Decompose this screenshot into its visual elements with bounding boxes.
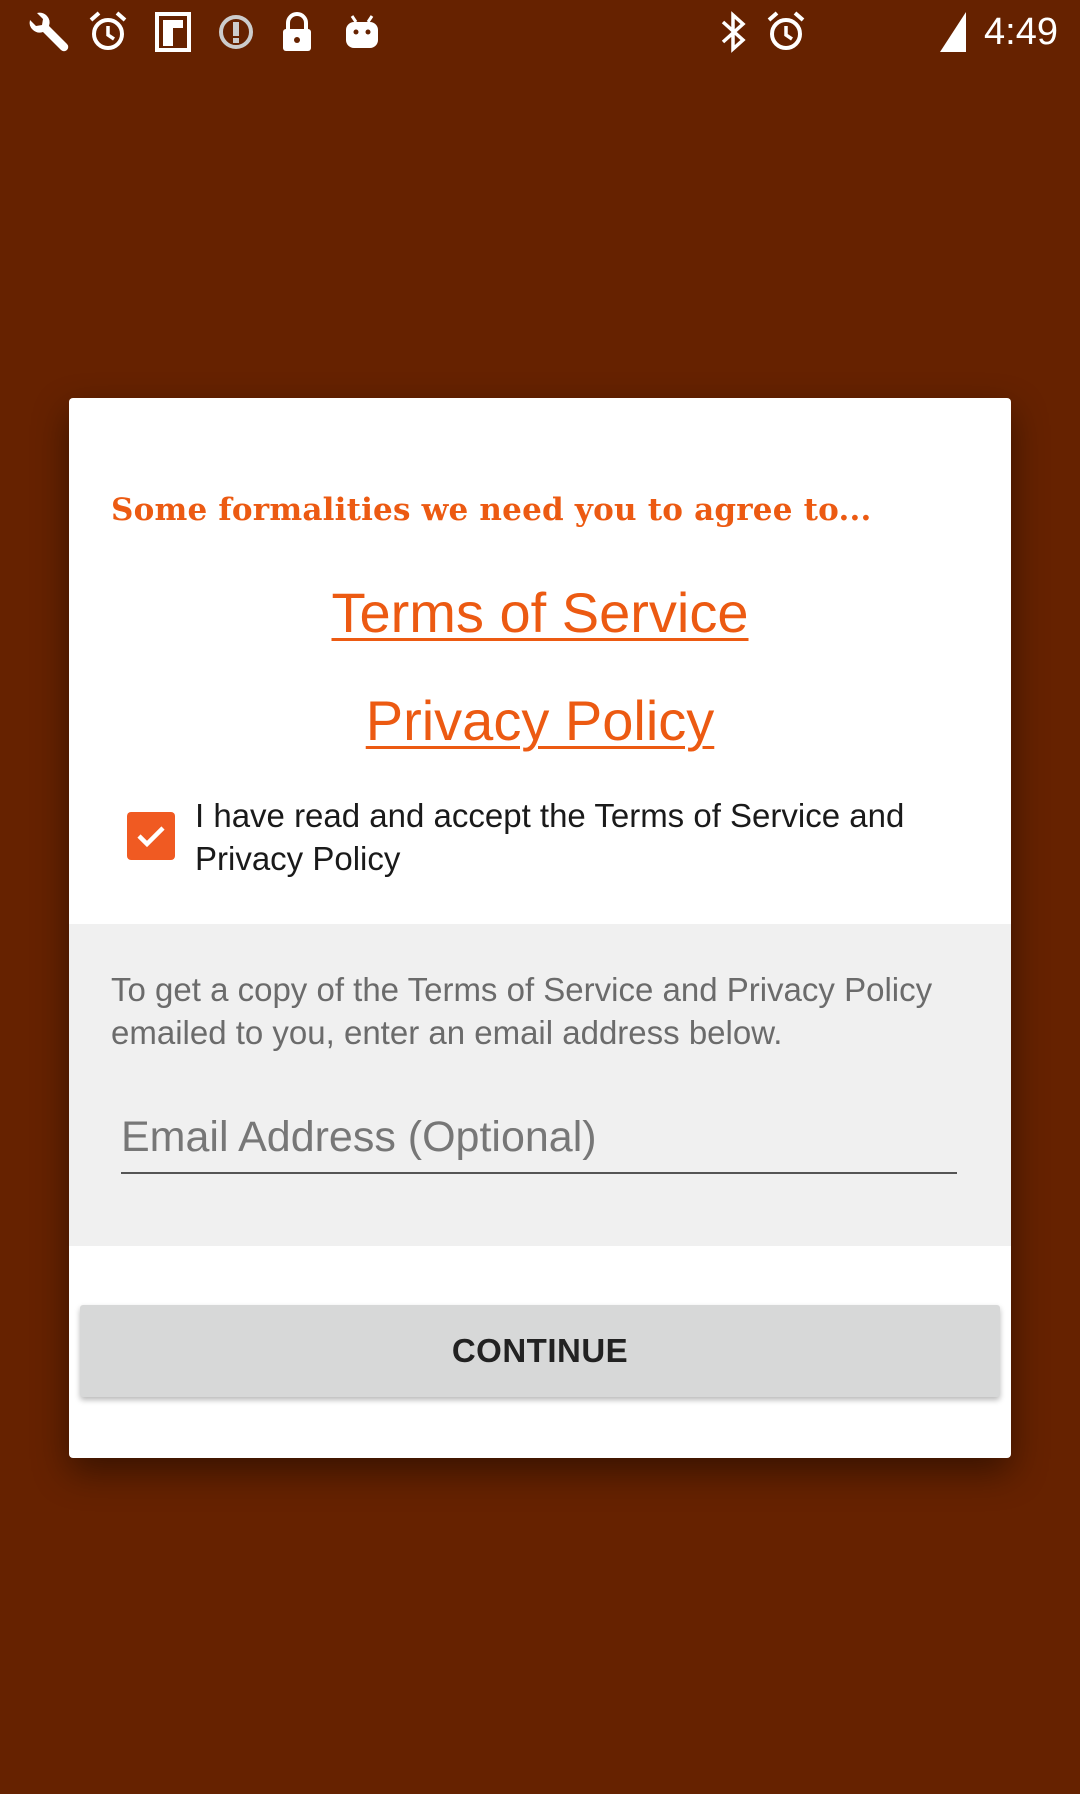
terms-of-service-link[interactable]: Terms of Service	[69, 580, 1011, 646]
checkmark-icon	[137, 826, 165, 848]
status-bar: 4:49	[0, 0, 1080, 63]
wrench-icon	[24, 10, 70, 54]
accept-row[interactable]: I have read and accept the Terms of Serv…	[127, 794, 977, 894]
email-input[interactable]	[121, 1108, 957, 1174]
continue-button[interactable]: CONTINUE	[80, 1305, 1000, 1397]
accept-label: I have read and accept the Terms of Serv…	[195, 797, 905, 877]
alarm-icon	[766, 10, 806, 54]
bluetooth-icon	[716, 10, 750, 54]
lock-icon	[280, 10, 314, 54]
accept-checkbox[interactable]	[127, 812, 175, 860]
signal-icon	[938, 10, 968, 54]
email-help-text: To get a copy of the Terms of Service an…	[111, 971, 933, 1051]
alarm-icon	[88, 10, 128, 54]
status-time: 4:49	[984, 11, 1058, 53]
android-icon	[342, 10, 382, 54]
info-circle-icon	[218, 10, 254, 54]
flipboard-icon	[155, 10, 191, 54]
dialog-title: Some formalities we need you to agree to…	[111, 492, 872, 528]
privacy-policy-link[interactable]: Privacy Policy	[69, 688, 1011, 754]
email-section: To get a copy of the Terms of Service an…	[69, 924, 1011, 1246]
agreement-dialog: Some formalities we need you to agree to…	[69, 398, 1011, 1458]
